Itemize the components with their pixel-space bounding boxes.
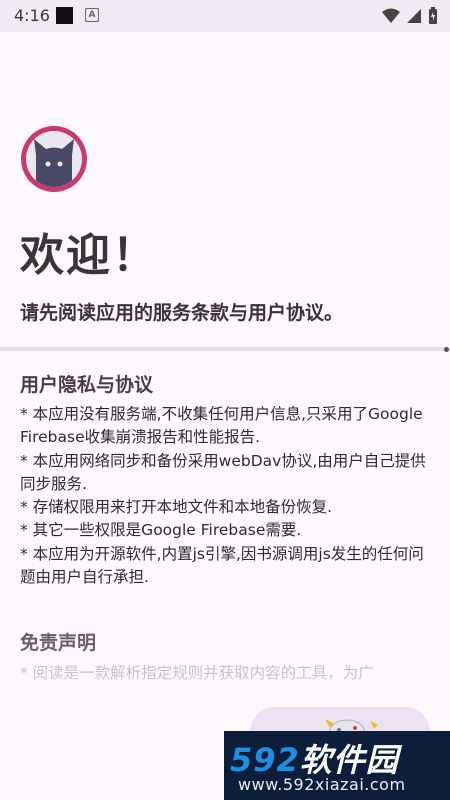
privacy-content[interactable]: * 本应用没有服务端,不收集任何用户信息,只采用了Google Firebase… bbox=[20, 403, 430, 589]
watermark: 592软件园 www.592xiazai.com bbox=[224, 731, 450, 800]
status-bar: 4:16 A bbox=[0, 0, 450, 32]
status-time: 4:16 bbox=[14, 6, 50, 25]
privacy-line: * 本应用网络同步和备份采用webDav协议,由用户自己提供同步服务. bbox=[20, 451, 426, 493]
privacy-line: * 存储权限用来打开本地文件和本地备份恢复. bbox=[20, 498, 333, 517]
watermark-url: www.592xiazai.com bbox=[238, 775, 406, 794]
a-icon: A bbox=[85, 8, 99, 22]
privacy-line: * 本应用为开源软件,内置js引擎,因书源调用js发生的任何问题由用户自行承担. bbox=[20, 544, 424, 587]
watermark-text: 软件园 bbox=[299, 741, 399, 779]
black-square-icon bbox=[56, 7, 73, 24]
wifi-icon bbox=[382, 8, 400, 23]
privacy-line: * 其它一些权限是Google Firebase需要. bbox=[20, 521, 302, 540]
signal-icon bbox=[407, 8, 421, 23]
cat-icon bbox=[26, 131, 82, 187]
privacy-section-title: 用户隐私与协议 bbox=[20, 374, 154, 396]
welcome-title: 欢迎！ bbox=[20, 230, 158, 281]
watermark-number: 592 bbox=[230, 741, 300, 779]
status-icons bbox=[382, 7, 438, 24]
privacy-line: * 本应用没有服务端,不收集任何用户信息,只采用了Google Firebase… bbox=[20, 405, 423, 447]
welcome-subtitle: 请先阅读应用的服务条款与用户协议。 bbox=[20, 302, 344, 324]
welcome-screen: 4:16 A 欢迎！ 请先阅读应用的服务条款与用户协议。 用户隐私与协议 * 本… bbox=[0, 0, 450, 800]
disclaimer-section-title: 免责声明 bbox=[20, 632, 97, 654]
app-avatar bbox=[21, 126, 87, 192]
progress-divider bbox=[0, 347, 446, 351]
battery-icon bbox=[429, 7, 437, 24]
scroll-indicator bbox=[444, 347, 449, 352]
